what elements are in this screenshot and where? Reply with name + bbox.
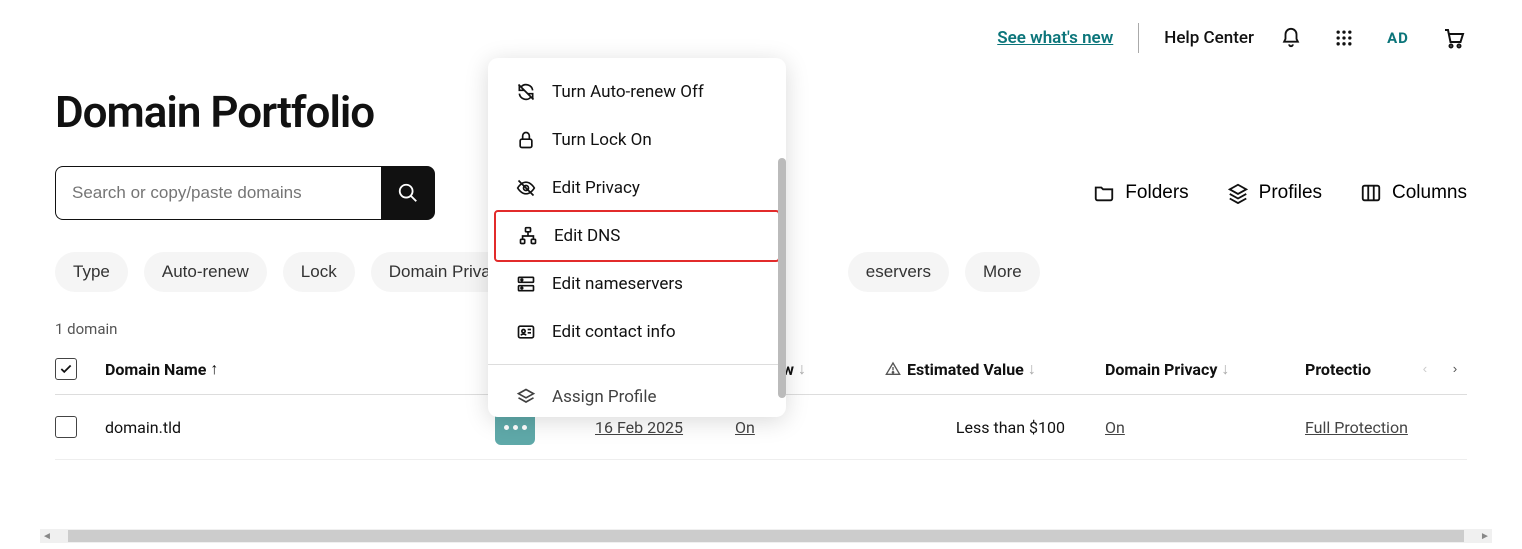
cell-expiry-date[interactable]: 16 Feb 2025 [595,418,683,437]
profiles-button[interactable]: Profiles [1227,182,1322,204]
folders-button[interactable]: Folders [1093,182,1188,204]
filter-nameservers[interactable]: eservers [848,252,949,292]
lock-icon [516,130,536,150]
columns-button[interactable]: Columns [1360,182,1467,204]
sitemap-icon [518,226,538,246]
eye-off-icon [516,178,536,198]
menu-nameservers-label: Edit nameservers [552,274,683,294]
search-button[interactable] [381,166,435,220]
view-tools: Folders Profiles Columns [1093,182,1467,204]
menu-contact-label: Edit contact info [552,322,676,342]
check-icon [59,362,73,376]
user-avatar[interactable]: AD [1380,20,1416,56]
cart-icon[interactable] [1436,20,1472,56]
th-domain-privacy[interactable]: Domain Privacy ↓ [1105,359,1305,379]
scroll-right-button[interactable]: › [1443,356,1467,380]
menu-assign-profile[interactable]: Assign Profile [488,373,786,407]
layers-icon [516,387,536,407]
sort-asc-icon: ↑ [210,359,218,379]
whats-new-link[interactable]: See what's new [997,28,1113,48]
contact-card-icon [516,322,536,342]
row-checkbox[interactable] [55,416,77,438]
th-domain-name-label: Domain Name [105,360,206,379]
cell-protection[interactable]: Full Protection [1305,418,1408,437]
menu-assign-profile-label: Assign Profile [552,387,657,407]
cell-auto-renew[interactable]: On [735,418,755,437]
th-protection-label: Protectio [1305,360,1371,379]
th-estval-label: Estimated Value [907,360,1024,379]
filter-auto-renew[interactable]: Auto-renew [144,252,267,292]
menu-dns-label: Edit DNS [554,226,620,246]
cell-domain-name[interactable]: domain.tld [105,418,495,437]
menu-turn-autorenew-off[interactable]: Turn Auto-renew Off [488,68,786,116]
header-divider [1138,23,1139,53]
search-input[interactable] [55,166,381,220]
help-center-link[interactable]: Help Center [1164,28,1254,48]
menu-edit-dns[interactable]: Edit DNS [494,210,780,262]
apps-grid-icon[interactable] [1328,22,1360,54]
sort-icon: ↓ [1221,359,1229,379]
menu-edit-contact-info[interactable]: Edit contact info [488,308,786,356]
sort-icon: ↓ [798,359,806,379]
filter-more[interactable]: More [965,252,1040,292]
menu-turn-lock-on[interactable]: Turn Lock On [488,116,786,164]
layers-icon [1227,182,1249,204]
horizontal-scrollbar[interactable]: ◄ ► [40,529,1492,543]
warning-icon [885,361,901,377]
popup-divider [488,364,786,365]
autorenew-off-icon [516,82,536,102]
folder-icon [1093,182,1115,204]
menu-edit-privacy[interactable]: Edit Privacy [488,164,786,212]
menu-lock-label: Turn Lock On [552,130,652,150]
select-all-checkbox[interactable] [55,358,77,380]
server-icon [516,274,536,294]
scroll-left-button: ‹ [1413,356,1437,380]
row-actions-menu: Turn Auto-renew Off Turn Lock On Edit Pr… [488,58,786,417]
folders-label: Folders [1125,182,1188,204]
search-wrap [55,166,435,220]
profiles-label: Profiles [1259,182,1322,204]
th-privacy-label: Domain Privacy [1105,360,1217,379]
sort-icon: ↓ [1028,359,1036,379]
menu-privacy-label: Edit Privacy [552,178,640,198]
top-header: See what's new Help Center AD [0,0,1522,56]
notifications-bell-icon[interactable] [1274,21,1308,55]
th-domain-name[interactable]: Domain Name ↑ [105,359,495,379]
scrollbar-right-arrow[interactable]: ► [1478,531,1492,542]
scrollbar-left-arrow[interactable]: ◄ [40,531,54,542]
columns-label: Columns [1392,182,1467,204]
search-icon [397,182,419,204]
menu-autorenew-label: Turn Auto-renew Off [552,82,704,102]
filter-type[interactable]: Type [55,252,128,292]
columns-icon [1360,182,1382,204]
scrollbar-thumb[interactable] [68,530,1464,542]
th-estimated-value[interactable]: Estimated Value ↓ [885,359,1105,379]
popup-scrollbar[interactable] [778,158,786,398]
cell-privacy[interactable]: On [1105,418,1125,437]
filter-lock[interactable]: Lock [283,252,355,292]
cell-estimated-value: Less than $100 [885,418,1105,437]
menu-edit-nameservers[interactable]: Edit nameservers [488,260,786,308]
